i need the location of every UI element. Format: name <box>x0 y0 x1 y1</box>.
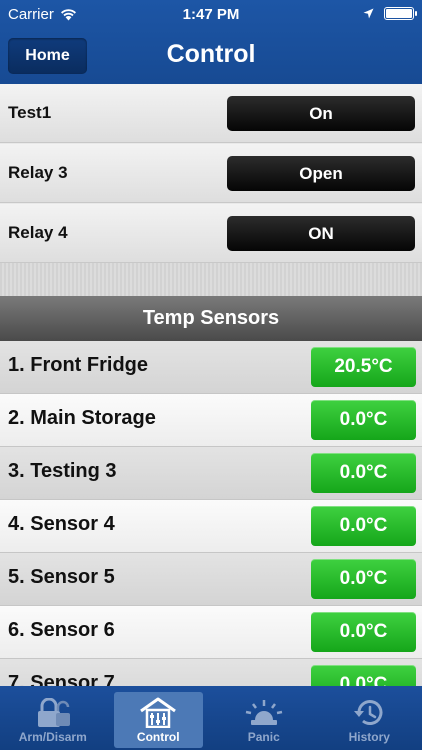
status-right <box>363 7 417 20</box>
sensor-row: 2. Main Storage 0.0°C <box>0 394 422 447</box>
sensor-list[interactable]: 1. Front Fridge 20.5°C 2. Main Storage 0… <box>0 341 422 686</box>
sensor-row: 5. Sensor 5 0.0°C <box>0 553 422 606</box>
tab-label: Control <box>136 730 180 744</box>
relay-toggle-button[interactable]: Open <box>227 156 415 191</box>
relay-toggle-button[interactable]: ON <box>227 216 415 251</box>
top-bar: Carrier 1:47 PM Home Control <box>0 0 422 84</box>
sensor-value-badge: 0.0°C <box>311 665 416 686</box>
relay-row-relay4: Relay 4 ON <box>0 204 422 263</box>
sensor-label: 4. Sensor 4 <box>8 513 115 535</box>
lock-icon <box>37 698 70 727</box>
relay-label: Relay 4 <box>8 223 68 242</box>
tab-history[interactable]: History <box>317 686 422 750</box>
relay-label: Relay 3 <box>8 163 68 182</box>
sensor-label: 1. Front Fridge <box>8 354 148 376</box>
sensor-row: 4. Sensor 4 0.0°C <box>0 500 422 553</box>
sensor-row: 1. Front Fridge 20.5°C <box>0 341 422 394</box>
sensor-row: 3. Testing 3 0.0°C <box>0 447 422 500</box>
sensor-label: 7. Sensor 7 <box>8 672 115 686</box>
battery-icon <box>384 7 417 20</box>
house-sliders-icon <box>140 697 177 728</box>
sensor-label: 6. Sensor 6 <box>8 619 115 641</box>
tab-arm-disarm[interactable]: Arm/Disarm <box>0 686 106 750</box>
relay-row-relay3: Relay 3 Open <box>0 144 422 203</box>
tab-label: History <box>348 730 390 744</box>
sensor-value-badge: 0.0°C <box>311 612 416 652</box>
sensor-label: 5. Sensor 5 <box>8 566 115 588</box>
relay-label: Test1 <box>8 103 52 122</box>
sensor-label: 3. Testing 3 <box>8 460 117 482</box>
location-arrow-icon <box>363 8 374 19</box>
sensor-value-badge: 20.5°C <box>311 347 416 387</box>
temp-sensors-header: Temp Sensors <box>0 296 422 341</box>
status-bar: Carrier 1:47 PM <box>0 0 422 30</box>
sensor-value-badge: 0.0°C <box>311 453 416 493</box>
sensor-value-badge: 0.0°C <box>311 400 416 440</box>
tab-label: Arm/Disarm <box>18 730 87 744</box>
sensor-value-badge: 0.0°C <box>311 506 416 546</box>
clock: 1:47 PM <box>182 6 240 23</box>
history-icon <box>354 700 383 725</box>
relay-toggle-button[interactable]: On <box>227 96 415 131</box>
tab-label: Panic <box>247 730 280 744</box>
tab-bar: Arm/Disarm Control Panic History <box>0 686 422 750</box>
tab-panic[interactable]: Panic <box>211 686 317 750</box>
sensor-label: 2. Main Storage <box>8 407 156 429</box>
relay-row-test1: Test1 On <box>0 84 422 143</box>
page-title: Control <box>166 40 256 68</box>
sensor-value-badge: 0.0°C <box>311 559 416 599</box>
tab-control[interactable]: Control <box>106 686 212 750</box>
section-divider <box>0 263 422 296</box>
siren-icon <box>245 700 282 725</box>
sensor-row: 6. Sensor 6 0.0°C <box>0 606 422 659</box>
sensor-row: 7. Sensor 7 0.0°C <box>0 659 422 686</box>
